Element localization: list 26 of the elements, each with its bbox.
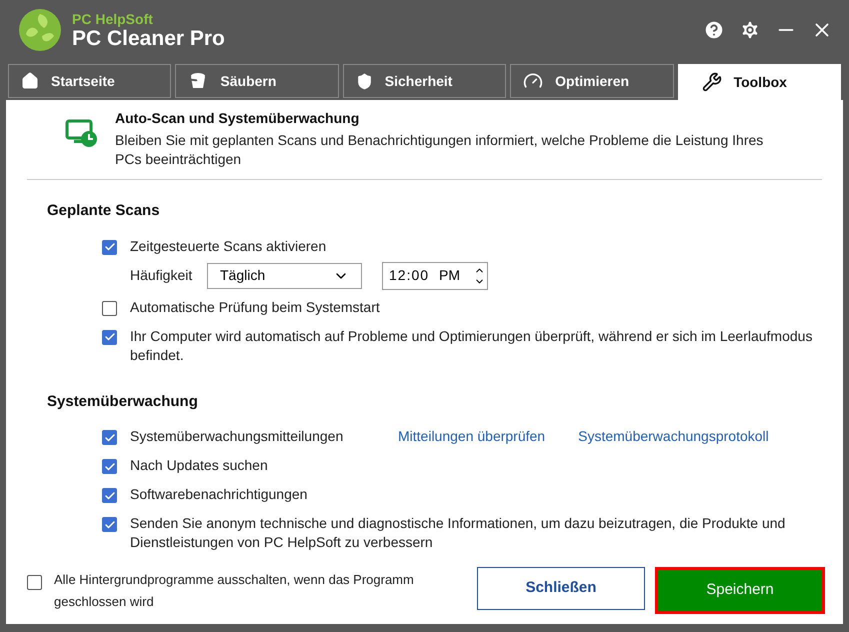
close-button[interactable]: Schließen <box>477 567 645 610</box>
option-label: Alle Hintergrundprogramme ausschalten, wenn das Programm geschlossen wird <box>54 570 415 611</box>
group-title: Systemüberwachung <box>46 392 199 412</box>
time-field[interactable]: 12:00 PM <box>382 262 488 290</box>
section-heading: Auto-Scan und Systemüberwachung <box>115 109 360 128</box>
tab[interactable]: Toolbox <box>678 64 841 100</box>
option-label: Softwarebenachrichtigungen <box>130 485 308 504</box>
option-label: Automatische Prüfung beim Systemstart <box>130 298 381 316</box>
link[interactable]: Systemüberwachungsprotokoll <box>578 425 769 446</box>
frequency-label: Häufigkeit <box>130 266 194 285</box>
tab[interactable]: Säubern <box>175 64 339 98</box>
tab[interactable]: Optimieren <box>510 64 674 98</box>
option-label: Systemüberwachungsmitteilungen <box>130 427 344 446</box>
link[interactable]: Mitteilungen überprüfen <box>398 425 546 446</box>
description: Bleiben Sie mit geplanten Scans und Benachrichtigungen informiert, welche Probleme die Leistung Ihres PCs beeinträchtigen <box>115 131 764 169</box>
group-title: Geplante Scans <box>46 201 161 221</box>
brand-name: PC HelpSoft <box>72 12 154 26</box>
tab[interactable]: Sicherheit <box>342 64 506 98</box>
option-label: Ihr Computer wird automatisch auf Probleme und Optimierungen überprüft, während er sich im Leerlaufmodus befindet. <box>130 326 813 364</box>
save-button[interactable]: Speichern <box>655 567 825 614</box>
option-label: Senden Sie anonym technische und diagnostische Informationen, um dazu beizutragen, die Produkte und Dienstleistungen von PC HelpSoft zu verbessern <box>130 514 786 552</box>
frequency-dropdown[interactable]: Täglich <box>207 262 362 288</box>
tab[interactable]: Startseite <box>8 64 172 98</box>
option-label: Zeitgesteuerte Scans aktivieren <box>130 236 328 256</box>
app-title: PC Cleaner Pro <box>72 28 225 48</box>
option-label: Nach Updates suchen <box>130 456 269 475</box>
